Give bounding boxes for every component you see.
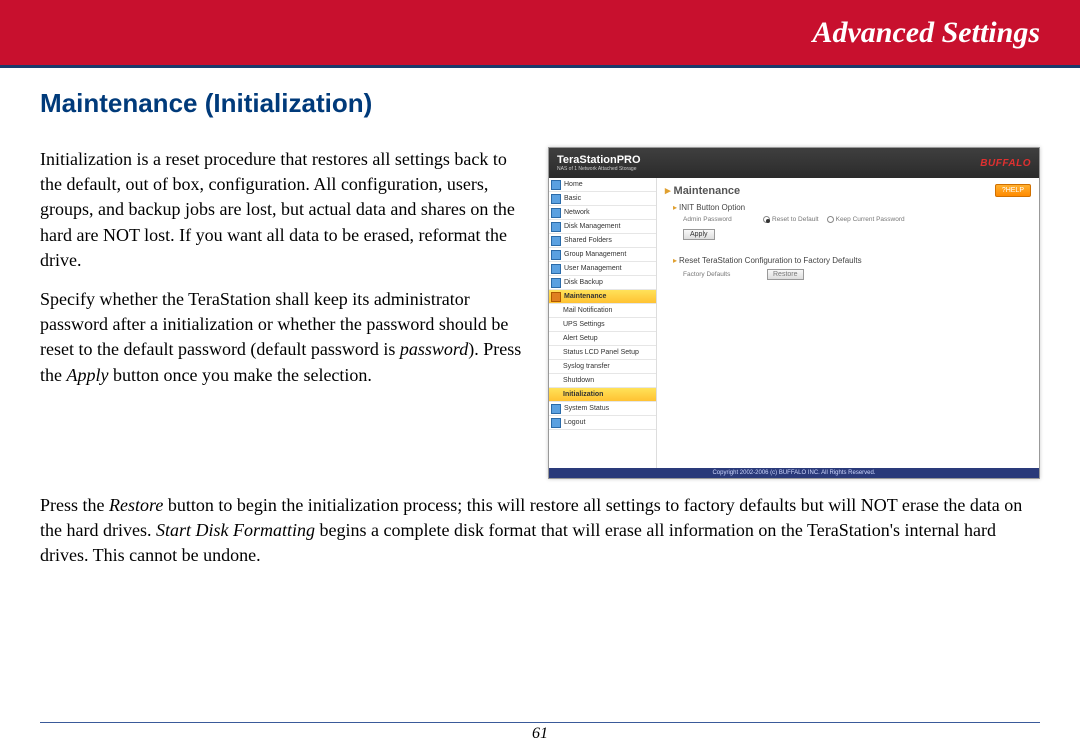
restore-word: Restore bbox=[109, 495, 163, 515]
nav-icon bbox=[551, 292, 561, 302]
banner-title: Advanced Settings bbox=[812, 16, 1040, 50]
radio-keep-password[interactable]: Keep Current Password bbox=[827, 216, 905, 223]
shot-sidebar: Home Basic Network Disk Management Shared Fo… bbox=[549, 178, 657, 468]
embedded-screenshot: TeraStationPRO NAS of 1 Network Attached… bbox=[548, 147, 1040, 479]
sidebar-item-label: Network bbox=[564, 209, 590, 216]
sidebar-item-label: Mail Notification bbox=[563, 307, 612, 314]
sidebar-item-label: System Status bbox=[564, 405, 609, 412]
nav-icon bbox=[551, 278, 561, 288]
sidebar-item-initialization[interactable]: Initialization bbox=[549, 388, 656, 402]
sidebar-item-home[interactable]: Home bbox=[549, 178, 656, 192]
section-factory-reset: ▸Reset TeraStation Configuration to Fact… bbox=[673, 256, 1031, 265]
sidebar-item-basic[interactable]: Basic bbox=[549, 192, 656, 206]
sidebar-item-mail-notification[interactable]: Mail Notification bbox=[549, 304, 656, 318]
admin-password-row: Admin Password Reset to Default Keep Cur… bbox=[683, 216, 1031, 223]
sidebar-item-user-management[interactable]: User Management bbox=[549, 262, 656, 276]
help-button[interactable]: ?HELP bbox=[995, 184, 1031, 197]
sidebar-item-alert-setup[interactable]: Alert Setup bbox=[549, 332, 656, 346]
text-column: Initialization is a reset procedure that… bbox=[40, 147, 530, 479]
sidebar-item-label: Home bbox=[564, 181, 583, 188]
apply-word: Apply bbox=[67, 365, 109, 385]
nav-icon bbox=[551, 194, 561, 204]
shot-footer: Copyright 2002-2006 (c) BUFFALO INC. All… bbox=[549, 468, 1039, 478]
nav-icon bbox=[551, 418, 561, 428]
radio-reset-default[interactable]: Reset to Default bbox=[763, 216, 819, 223]
sidebar-item-label: Status LCD Panel Setup bbox=[563, 349, 639, 356]
brand-logo: BUFFALO bbox=[980, 158, 1031, 169]
sidebar-item-label: Syslog transfer bbox=[563, 363, 610, 370]
section1-label: INIT Button Option bbox=[679, 203, 745, 212]
radio-icon bbox=[763, 216, 770, 223]
nav-icon bbox=[551, 236, 561, 246]
shot-header: TeraStationPRO NAS of 1 Network Attached… bbox=[549, 148, 1039, 178]
sidebar-item-system-status[interactable]: System Status bbox=[549, 402, 656, 416]
sidebar-item-label: Maintenance bbox=[564, 293, 606, 300]
section-heading: Maintenance (Initialization) bbox=[40, 88, 1040, 119]
paragraph-3: Press the Restore button to begin the in… bbox=[40, 493, 1040, 569]
sidebar-item-maintenance[interactable]: Maintenance bbox=[549, 290, 656, 304]
bullet-icon: ▸ bbox=[673, 203, 677, 212]
main-title-row: ▸Maintenance ?HELP bbox=[665, 184, 1031, 197]
sidebar-item-label: Shared Folders bbox=[564, 237, 612, 244]
nav-icon bbox=[551, 208, 561, 218]
sidebar-item-label: Alert Setup bbox=[563, 335, 598, 342]
radio2-label: Keep Current Password bbox=[836, 216, 905, 223]
paragraph-2: Specify whether the TeraStation shall ke… bbox=[40, 287, 530, 388]
main-section-title: ▸Maintenance bbox=[665, 184, 740, 197]
footer-divider bbox=[40, 722, 1040, 723]
sidebar-item-label: UPS Settings bbox=[563, 321, 605, 328]
body-row: Initialization is a reset procedure that… bbox=[40, 147, 1040, 479]
sidebar-item-disk-backup[interactable]: Disk Backup bbox=[549, 276, 656, 290]
sidebar-item-shutdown[interactable]: Shutdown bbox=[549, 374, 656, 388]
sidebar-item-shared-folders[interactable]: Shared Folders bbox=[549, 234, 656, 248]
product-subtitle: NAS of 1 Network Attached Storage bbox=[557, 166, 641, 172]
section2-label: Reset TeraStation Configuration to Facto… bbox=[679, 256, 862, 265]
sidebar-item-label: Basic bbox=[564, 195, 581, 202]
sidebar-item-label: Initialization bbox=[563, 391, 603, 398]
product-name: TeraStationPRO NAS of 1 Network Attached… bbox=[557, 154, 641, 172]
nav-icon bbox=[551, 180, 561, 190]
page-number: 61 bbox=[0, 725, 1080, 743]
page-content: Maintenance (Initialization) Initializat… bbox=[0, 68, 1080, 569]
sidebar-item-label: Shutdown bbox=[563, 377, 594, 384]
sidebar-item-syslog-transfer[interactable]: Syslog transfer bbox=[549, 360, 656, 374]
factory-defaults-label: Factory Defaults bbox=[683, 271, 763, 278]
shot-body: Home Basic Network Disk Management Shared Fo… bbox=[549, 178, 1039, 468]
header-banner: Advanced Settings bbox=[0, 0, 1080, 68]
sidebar-item-label: Disk Backup bbox=[564, 279, 603, 286]
sidebar-item-label: User Management bbox=[564, 265, 622, 272]
sidebar-item-label: Logout bbox=[564, 419, 585, 426]
sidebar-item-label: Disk Management bbox=[564, 223, 620, 230]
start-disk-formatting-word: Start Disk Formatting bbox=[156, 520, 315, 540]
main-title-text: Maintenance bbox=[674, 185, 741, 197]
sidebar-item-disk-management[interactable]: Disk Management bbox=[549, 220, 656, 234]
sidebar-item-label: Group Management bbox=[564, 251, 626, 258]
sidebar-item-group-management[interactable]: Group Management bbox=[549, 248, 656, 262]
para3-part-a: Press the bbox=[40, 495, 109, 515]
nav-icon bbox=[551, 404, 561, 414]
radio1-label: Reset to Default bbox=[772, 216, 819, 223]
nav-icon bbox=[551, 222, 561, 232]
paragraph-1: Initialization is a reset procedure that… bbox=[40, 147, 530, 273]
apply-button[interactable]: Apply bbox=[683, 229, 715, 240]
section-init-option: ▸INIT Button Option bbox=[673, 203, 1031, 212]
para2-part-c: button once you make the selection. bbox=[109, 365, 372, 385]
sidebar-item-ups-settings[interactable]: UPS Settings bbox=[549, 318, 656, 332]
default-password-word: password bbox=[400, 339, 468, 359]
arrow-icon: ▸ bbox=[665, 185, 671, 197]
nav-icon bbox=[551, 264, 561, 274]
admin-password-label: Admin Password bbox=[683, 216, 763, 223]
product-title: TeraStationPRO bbox=[557, 154, 641, 166]
sidebar-item-network[interactable]: Network bbox=[549, 206, 656, 220]
sidebar-item-logout[interactable]: Logout bbox=[549, 416, 656, 430]
nav-icon bbox=[551, 250, 561, 260]
factory-defaults-row: Factory Defaults Restore bbox=[683, 269, 1031, 280]
bullet-icon: ▸ bbox=[673, 256, 677, 265]
radio-icon bbox=[827, 216, 834, 223]
restore-button[interactable]: Restore bbox=[767, 269, 804, 280]
sidebar-item-status-lcd-panel-setup[interactable]: Status LCD Panel Setup bbox=[549, 346, 656, 360]
shot-main: ▸Maintenance ?HELP ▸INIT Button Option A… bbox=[657, 178, 1039, 468]
